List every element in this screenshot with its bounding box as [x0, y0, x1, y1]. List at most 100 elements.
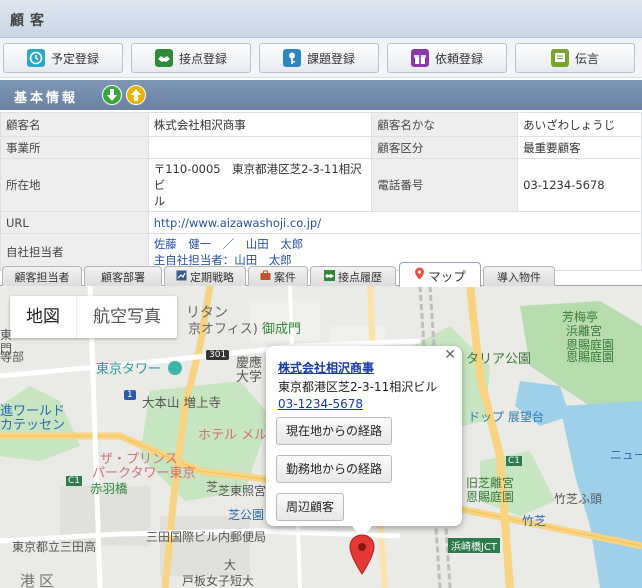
contact-register-button[interactable]: 接点登録 [131, 43, 251, 73]
title-bar: 顧客 [0, 0, 642, 38]
map-label: 芝東照宮 [218, 484, 267, 498]
office-value [147, 136, 373, 159]
map-label: ニュー [610, 448, 642, 462]
map-label: 浜離宮 [566, 324, 603, 338]
tab-label: 導入物件 [497, 270, 541, 284]
nearby-customers-button[interactable]: 周辺顧客 [276, 493, 345, 521]
strategy-icon [176, 270, 187, 284]
close-icon[interactable]: ✕ [444, 347, 456, 363]
clock-icon [26, 49, 45, 67]
section-title: 基本情報 [14, 91, 79, 106]
map-type-toggle: 地図 航空写真 [10, 296, 177, 338]
tab-label: 顧客部署 [101, 270, 145, 284]
map-info-popup: ✕ 株式会社相沢商事 東京都港区芝2-3-11相沢ビル 03-1234-5678… [266, 346, 462, 526]
map-label: 東京タワー [96, 362, 162, 377]
tab-label: 案件 [274, 270, 296, 284]
map-label: 大本山 増上寺 [142, 395, 221, 410]
map-label: タリア公園 [466, 352, 532, 367]
map-pin-icon [414, 267, 425, 283]
map-label: C1 [506, 456, 523, 466]
memo-icon [550, 49, 569, 67]
tel-label: 電話番号 [371, 158, 519, 212]
map-label: 三田国際ビル内郵便局 [146, 530, 267, 544]
tel-value: 03-1234-5678 [517, 158, 642, 212]
kana-label: 顧客名かな [371, 112, 519, 137]
map-view[interactable]: 地図 航空写真 リタン 京オフィス) 御成門 芳梅亭 恩賜庭園 浜離宮 恩賜庭園… [0, 286, 642, 588]
address-value: 〒110-0005 東京都港区芝2-3-11相沢ビ ル [147, 158, 373, 212]
staff-line-1[interactable]: 佐藤 健一 ／ 山田 太郎 [154, 236, 636, 252]
map-type-satellite-button[interactable]: 航空写真 [76, 296, 177, 338]
message-label: 伝言 [574, 51, 599, 66]
class-label: 顧客区分 [371, 136, 519, 159]
tab-label: 定期戦略 [190, 270, 234, 284]
map-label: ドップ 展望台 [468, 410, 544, 424]
tab-installed-items[interactable]: 導入物件 [483, 266, 555, 286]
basic-info-table: 顧客名 株式会社相沢商事 顧客名かな あいざわしょうじ 事業所 顧客区分 最重要… [0, 112, 642, 271]
route-from-current-button[interactable]: 現在地からの経路 [276, 417, 393, 445]
map-label: C1 [66, 476, 83, 486]
map-label: 芝公園 [228, 508, 265, 522]
map-label: 港区 [20, 572, 59, 588]
map-label: 竹芝 [522, 514, 547, 528]
route-from-office-button[interactable]: 勤務地からの経路 [276, 455, 393, 483]
tab-contact-history[interactable]: 接点履歴 [310, 266, 396, 286]
message-button[interactable]: 伝言 [515, 43, 635, 73]
action-toolbar: 予定登録 接点登録 課題登録 依頼登録 伝言 [0, 38, 642, 78]
name-label: 顧客名 [0, 112, 149, 137]
request-register-label: 依頼登録 [434, 51, 483, 66]
schedule-register-label: 予定登録 [50, 51, 99, 66]
tab-map[interactable]: マップ [399, 262, 481, 287]
office-label: 事業所 [0, 136, 149, 159]
contact-register-label: 接点登録 [178, 51, 227, 66]
popup-tel-link[interactable]: 03-1234-5678 [278, 397, 363, 411]
address-line-1: 〒110-0005 東京都港区芝2-3-11相沢ビ [153, 162, 362, 192]
arrow-up-icon[interactable] [126, 85, 146, 105]
schedule-register-button[interactable]: 予定登録 [3, 43, 123, 73]
address-label: 所在地 [0, 158, 149, 212]
popup-address: 東京都港区芝2-3-11相沢ビル [278, 380, 438, 394]
briefcase-icon [260, 270, 271, 284]
handshake-icon [324, 269, 335, 284]
map-label: 恩賜庭園 [566, 350, 615, 364]
url-link[interactable]: http://www.aizawashoji.co.jp/ [147, 211, 642, 234]
detail-tabs: 顧客担当者 顧客部署 定期戦略 案件 接点履歴 マップ 導入物件 [0, 262, 642, 287]
tab-deals[interactable]: 案件 [248, 266, 308, 286]
popup-customer-name[interactable]: 株式会社相沢商事 [278, 359, 374, 376]
arrow-down-icon[interactable] [102, 85, 122, 105]
class-value: 最重要顧客 [517, 136, 642, 159]
kana-value: あいざわしょうじ [517, 112, 642, 137]
tab-label: 接点履歴 [338, 270, 382, 284]
handshake-icon [154, 49, 173, 67]
map-marker-icon[interactable] [348, 534, 376, 576]
address-line-2: ル [153, 194, 166, 208]
map-label: 恩賜庭園 [466, 490, 515, 504]
url-label: URL [0, 211, 149, 234]
map-type-map-button[interactable]: 地図 [10, 296, 76, 338]
issue-register-button[interactable]: 課題登録 [259, 43, 379, 73]
map-label: 戸板女子短大 [182, 574, 255, 588]
map-label: 京オフィス) [188, 322, 258, 337]
tab-customer-departments[interactable]: 顧客部署 [84, 266, 162, 286]
map-label: 浜崎橋JCT [448, 538, 501, 553]
request-register-button[interactable]: 依頼登録 [387, 43, 507, 73]
map-label: 大 [224, 558, 237, 572]
name-value: 株式会社相沢商事 [147, 112, 373, 137]
page-title: 顧客 [10, 13, 50, 29]
key-icon [282, 49, 301, 67]
tab-customer-contacts[interactable]: 顧客担当者 [2, 266, 82, 286]
map-label: 芝 [206, 480, 219, 494]
map-label: 301 [206, 350, 230, 360]
map-label: 赤羽橋 [90, 481, 128, 496]
map-label: 御成門 [262, 322, 302, 337]
tab-periodic-strategy[interactable]: 定期戦略 [164, 266, 246, 286]
basic-info-section-bar: 基本情報 [0, 80, 642, 110]
map-label: 東 [0, 328, 13, 342]
map-label: 1 [124, 390, 136, 400]
tab-label: マップ [428, 268, 466, 284]
tab-label: 顧客担当者 [14, 270, 70, 284]
map-label: カテッセン [0, 418, 66, 433]
gift-icon [410, 49, 429, 67]
map-label: 大学 [236, 370, 263, 385]
map-label: 東京都立三田高 [12, 540, 97, 554]
map-label: 竹芝ふ頭 [554, 492, 603, 506]
